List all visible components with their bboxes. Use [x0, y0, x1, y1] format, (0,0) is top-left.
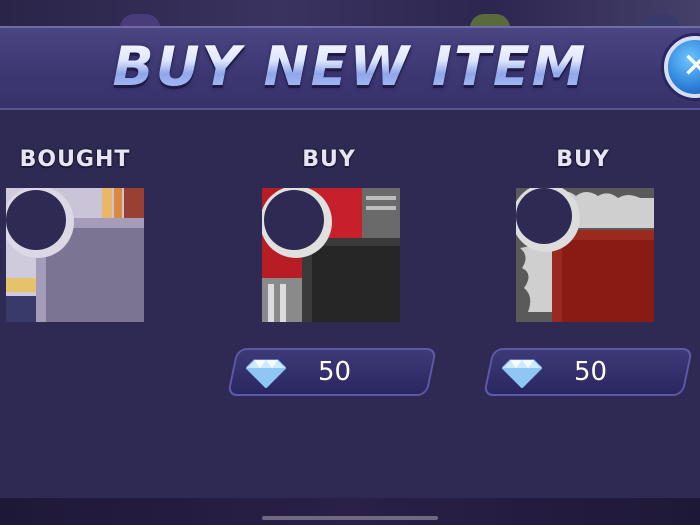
item-status-bought: BOUGHT — [19, 147, 131, 172]
background-top-strip — [0, 0, 700, 28]
item-image-silver-table[interactable] — [6, 188, 144, 322]
close-icon: ✕ — [682, 46, 700, 86]
diamond-icon — [502, 359, 542, 388]
item-image-red-black-table[interactable] — [262, 188, 400, 322]
buy-item-dialog: BUY NEW ITEM ✕ BOUGHT BUY 50 BUY 50 — [0, 26, 700, 504]
item-status-buy: BUY — [556, 147, 610, 172]
price-value: 50 — [318, 357, 352, 387]
buy-button-item-3[interactable]: 50 — [482, 348, 694, 396]
item-image-ornate-red-table[interactable] — [516, 188, 654, 322]
home-indicator — [262, 516, 438, 520]
dialog-title: BUY NEW ITEM — [90, 34, 610, 100]
dialog-header: BUY NEW ITEM — [0, 28, 700, 110]
buy-button-item-2[interactable]: 50 — [226, 348, 438, 396]
background-bottom-strip — [0, 498, 700, 525]
item-status-buy: BUY — [302, 147, 356, 172]
price-value: 50 — [574, 357, 608, 387]
diamond-icon — [246, 359, 286, 388]
